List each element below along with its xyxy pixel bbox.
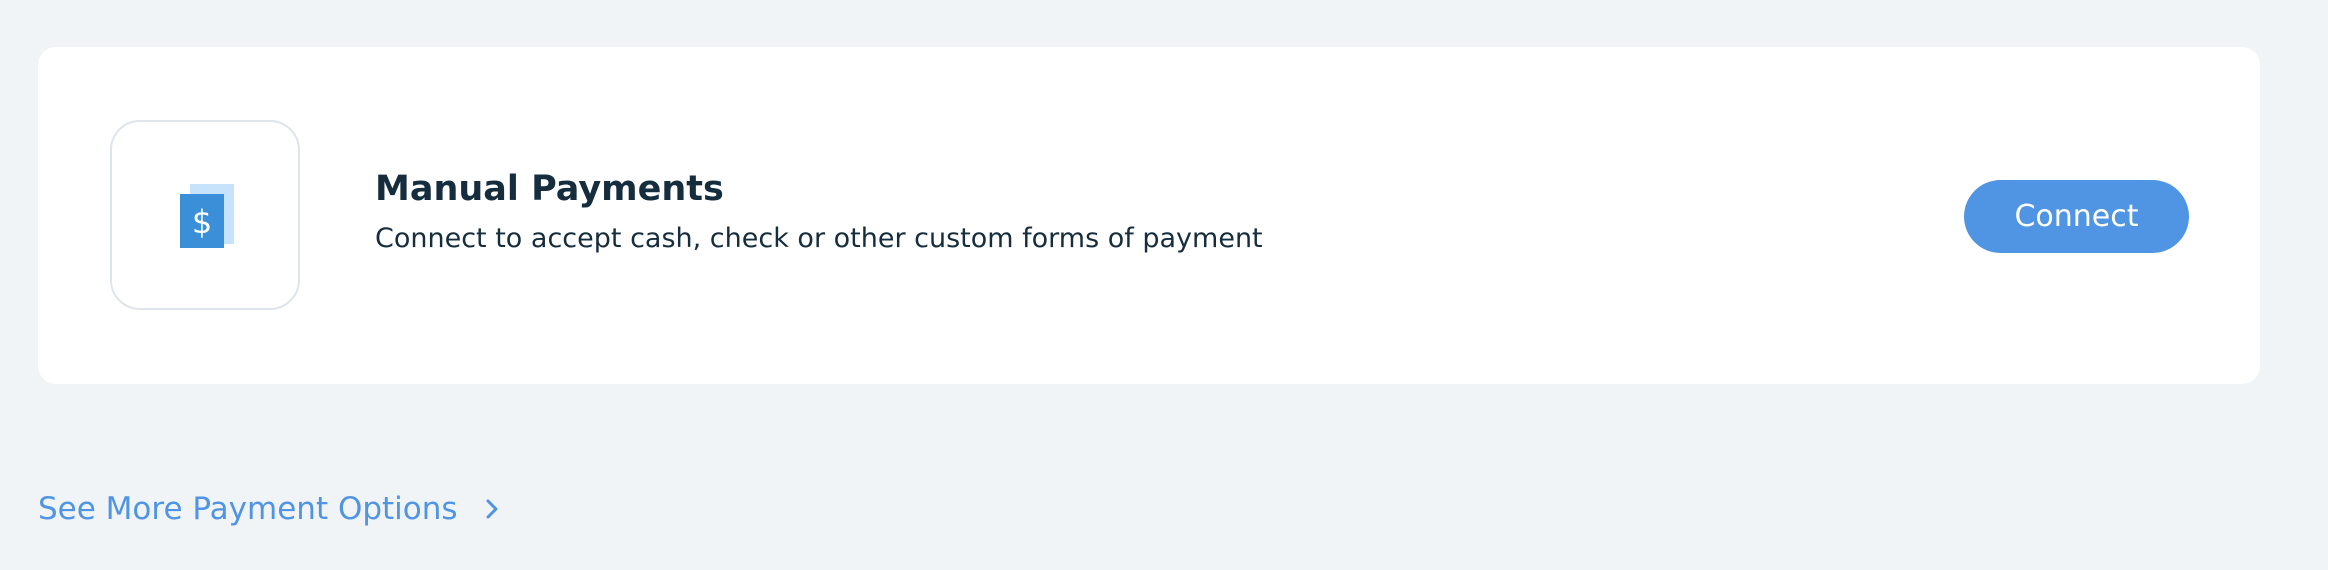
see-more-payment-options-link[interactable]: See More Payment Options: [38, 487, 504, 531]
see-more-label: See More Payment Options: [38, 491, 458, 527]
payment-method-title: Manual Payments: [375, 169, 724, 209]
connect-button[interactable]: Connect: [1964, 180, 2189, 253]
chevron-right-icon: [486, 499, 498, 519]
payment-method-card: $ Manual Payments Connect to accept cash…: [38, 47, 2260, 384]
payment-method-description: Connect to accept cash, check or other c…: [375, 223, 1263, 254]
svg-text:$: $: [192, 203, 212, 241]
payment-icon-tile: $: [110, 120, 300, 310]
dollar-bill-icon: $: [180, 184, 234, 248]
